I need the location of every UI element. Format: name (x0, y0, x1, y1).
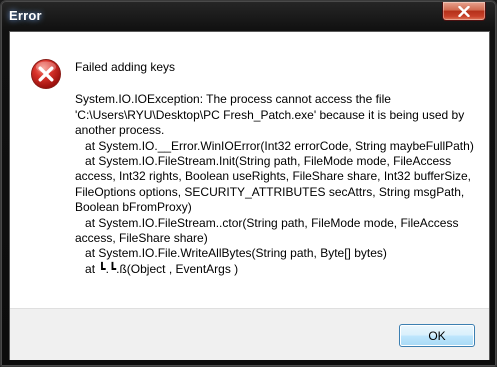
exception-message: System.IO.IOException: The process canno… (75, 92, 474, 276)
close-icon (458, 5, 470, 17)
ok-button[interactable]: OK (399, 324, 475, 347)
error-icon (31, 59, 61, 89)
message-panel: Failed adding keys System.IO.IOException… (10, 32, 489, 308)
button-bar: OK (10, 308, 489, 360)
message-text-area: Failed adding keys System.IO.IOException… (75, 60, 477, 277)
dialog-client-area: Failed adding keys System.IO.IOException… (9, 31, 490, 360)
window-title: Error (9, 8, 42, 23)
title-bar[interactable]: Error (1, 1, 496, 31)
close-button[interactable] (442, 2, 486, 21)
error-dialog-window: Error Failed adding keys System.IO.IOExc… (0, 0, 497, 367)
message-heading: Failed adding keys (75, 60, 176, 74)
